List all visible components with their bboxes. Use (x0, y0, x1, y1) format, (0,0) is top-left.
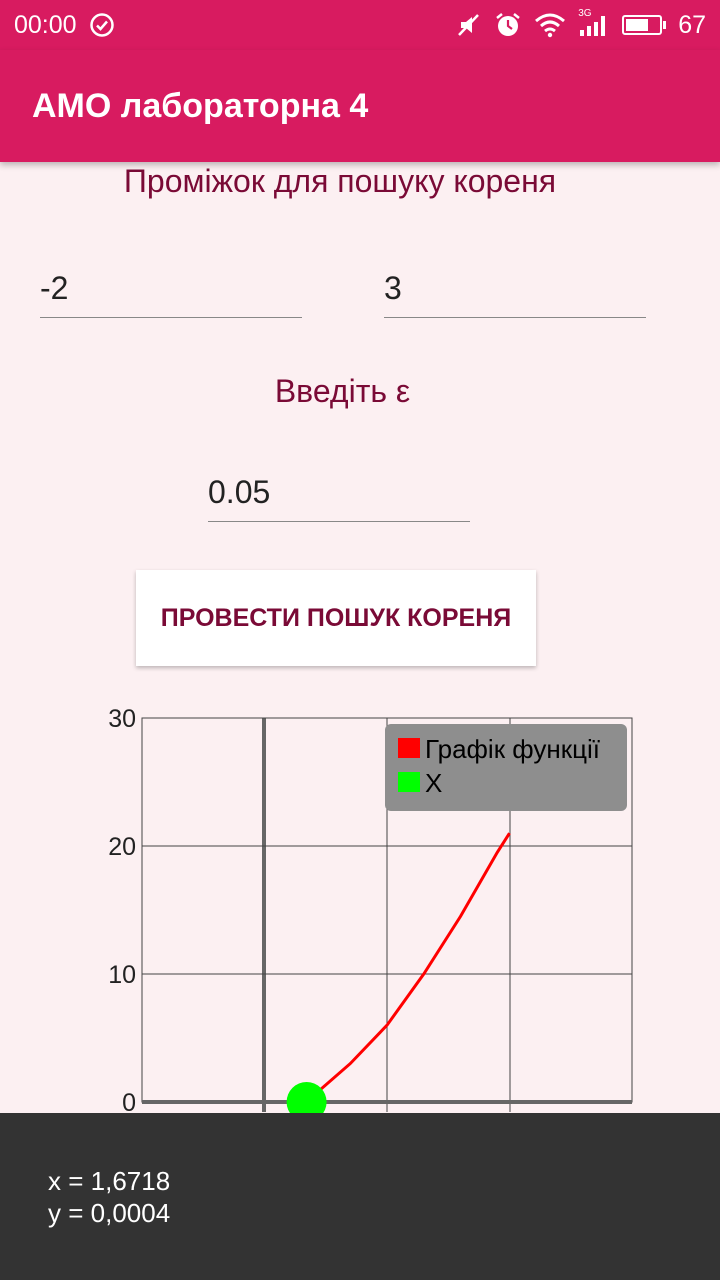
legend-label: Графік функції (425, 734, 600, 764)
battery-percent: 67 (678, 10, 706, 39)
interval-end-input[interactable]: 3 (384, 270, 646, 318)
epsilon-input[interactable]: 0.05 (208, 474, 470, 522)
toast-x-value: x = 1,6718 (48, 1166, 171, 1196)
network-type: 3G (578, 8, 592, 19)
interval-label: Проміжок для пошуку кореня (123, 163, 557, 199)
mute-icon (456, 12, 482, 38)
app-bar: АМО лабораторна 4 (0, 50, 720, 162)
app-title: АМО лабораторна 4 (32, 86, 369, 125)
function-curve (305, 832, 511, 1104)
signal-icon: 3G (578, 8, 610, 38)
search-root-button[interactable]: ПРОВЕСТИ ПОШУК КОРЕНЯ (136, 570, 536, 666)
interval-start-input[interactable]: -2 (40, 270, 302, 318)
y-tick-label: 10 (108, 961, 136, 989)
toast-y-value: y = 0,0004 (48, 1198, 171, 1228)
wifi-icon (534, 12, 566, 38)
y-tick-label: 20 (108, 833, 136, 861)
legend-swatch (398, 772, 420, 792)
check-circle-icon (89, 12, 115, 38)
result-toast: x = 1,6718 y = 0,0004 (0, 1113, 720, 1280)
y-tick-label: 30 (108, 705, 136, 733)
legend-label: X (425, 768, 442, 798)
epsilon-label: Введіть ε (274, 373, 411, 409)
legend-swatch (398, 738, 420, 758)
function-chart: 30 20 10 0 Графік функції X (0, 680, 720, 1150)
status-bar: 00:00 3G 67 (0, 0, 720, 50)
chart-svg: 3020100Графік функціїX (108, 705, 633, 1122)
battery-level (626, 19, 648, 31)
status-time: 00:00 (14, 10, 77, 39)
alarm-icon (494, 11, 522, 39)
battery-icon (622, 15, 667, 35)
